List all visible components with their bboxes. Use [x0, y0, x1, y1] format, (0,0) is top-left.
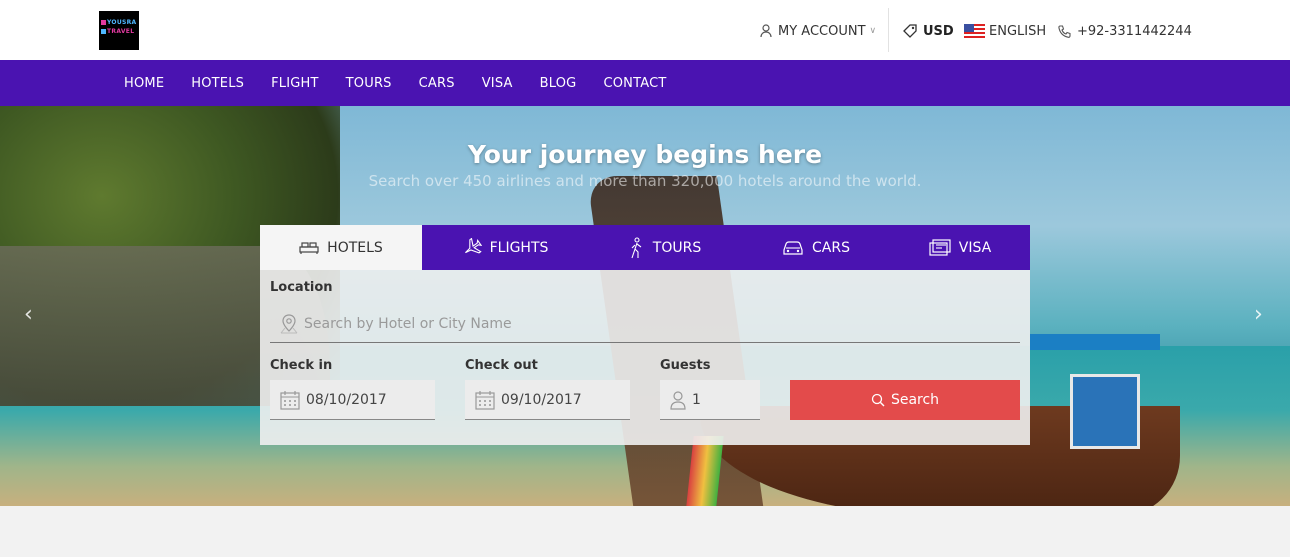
- map-pin-icon: [280, 314, 298, 334]
- brand-logo[interactable]: YOUSRA TRAVEL: [99, 11, 139, 50]
- currency-label: USD: [923, 23, 954, 39]
- phone-contact[interactable]: +92-3311442244: [1058, 21, 1192, 41]
- nav-item-flight[interactable]: FLIGHT: [271, 76, 319, 91]
- hiker-icon: [631, 236, 642, 258]
- tab-tours[interactable]: TOURS: [588, 225, 742, 270]
- nav-item-tours[interactable]: TOURS: [346, 76, 392, 91]
- brand-line2: TRAVEL: [107, 28, 135, 35]
- tab-cars[interactable]: CARS: [742, 225, 890, 270]
- language-selector[interactable]: ENGLISH: [964, 21, 1046, 41]
- location-placeholder: Search by Hotel or City Name: [304, 316, 512, 332]
- checkout-label: Check out: [465, 358, 538, 373]
- phone-icon: [1058, 24, 1071, 38]
- hero-boat-canopy: [1030, 334, 1160, 452]
- carousel-next-icon[interactable]: ›: [1254, 302, 1263, 327]
- my-account-menu[interactable]: MY ACCOUNT ∨: [760, 21, 876, 41]
- calendar-icon: [475, 390, 495, 410]
- checkout-input[interactable]: 09/10/2017: [465, 380, 630, 420]
- language-label: ENGLISH: [989, 23, 1047, 39]
- user-icon: [670, 390, 686, 410]
- tab-flights[interactable]: FLIGHTS: [422, 225, 588, 270]
- chevron-down-icon: ∨: [869, 26, 877, 36]
- tab-tours-label: TOURS: [652, 239, 702, 256]
- search-button[interactable]: Search: [790, 380, 1020, 420]
- nav-item-contact[interactable]: CONTACT: [603, 76, 666, 91]
- user-icon: [760, 24, 772, 38]
- nav-item-cars[interactable]: CARS: [419, 76, 455, 91]
- hero-subtitle: Search over 450 airlines and more than 3…: [368, 172, 922, 190]
- checkin-value: 08/10/2017: [306, 391, 387, 408]
- nav-item-home[interactable]: HOME: [124, 76, 164, 91]
- checkin-label: Check in: [270, 358, 333, 373]
- tab-visa[interactable]: VISA: [890, 225, 1030, 270]
- main-nav: HOME HOTELS FLIGHT TOURS CARS VISA BLOG …: [0, 60, 1290, 106]
- search-icon: [871, 393, 885, 407]
- nav-item-hotels[interactable]: HOTELS: [191, 76, 244, 91]
- hero-title: Your journey begins here: [467, 140, 823, 169]
- nav-list: HOME HOTELS FLIGHT TOURS CARS VISA BLOG …: [124, 60, 694, 106]
- checkin-input[interactable]: 08/10/2017: [270, 380, 435, 420]
- tab-visa-label: VISA: [958, 239, 992, 256]
- location-label: Location: [270, 280, 333, 295]
- header-divider: [888, 8, 889, 52]
- us-flag-icon: [964, 24, 985, 38]
- location-input[interactable]: Search by Hotel or City Name: [270, 306, 1020, 343]
- top-bar: YOUSRA TRAVEL MY ACCOUNT ∨ USD ENGLISH +…: [0, 0, 1290, 60]
- nav-item-blog[interactable]: BLOG: [540, 76, 577, 91]
- carousel-prev-icon[interactable]: ‹: [24, 302, 33, 327]
- tab-flights-label: FLIGHTS: [489, 239, 549, 256]
- search-tabs: HOTELS FLIGHTS TOURS CARS VISA: [260, 225, 1030, 270]
- hotel-search-panel: Location Search by Hotel or City Name Ch…: [260, 270, 1030, 445]
- currency-selector[interactable]: USD: [903, 21, 954, 41]
- calendar-icon: [280, 390, 300, 410]
- guests-input[interactable]: 1: [660, 380, 760, 420]
- my-account-label: MY ACCOUNT: [778, 23, 866, 39]
- brand-line1: YOUSRA: [107, 19, 137, 26]
- phone-number: +92-3311442244: [1077, 23, 1192, 39]
- card-icon: [929, 238, 951, 256]
- guests-value: 1: [692, 391, 701, 408]
- tag-icon: [903, 24, 917, 38]
- hero-banner: Your journey begins here Search over 450…: [0, 106, 1290, 506]
- car-icon: [783, 240, 803, 255]
- tab-hotels[interactable]: HOTELS: [260, 225, 422, 270]
- tab-cars-label: CARS: [812, 239, 850, 256]
- plane-icon: [464, 237, 482, 253]
- search-button-label: Search: [890, 392, 940, 408]
- page-body-background: [0, 506, 1290, 557]
- tab-hotels-label: HOTELS: [327, 239, 383, 256]
- guests-label: Guests: [660, 358, 711, 373]
- checkout-value: 09/10/2017: [501, 391, 582, 408]
- nav-item-visa[interactable]: VISA: [482, 76, 513, 91]
- bed-icon: [299, 241, 319, 254]
